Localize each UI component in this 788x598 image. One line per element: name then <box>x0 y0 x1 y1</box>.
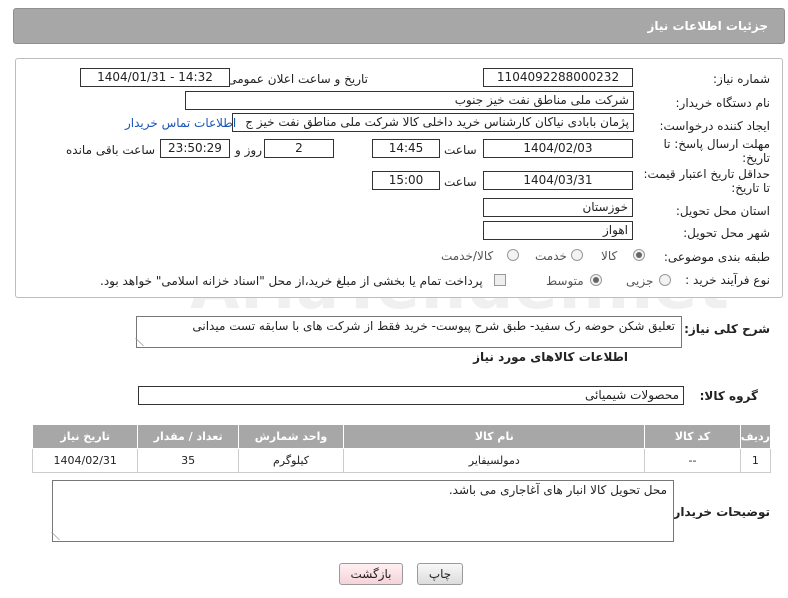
validity-label-2: تا تاریخ: <box>731 181 770 195</box>
page-title: جزئیات اطلاعات نیاز <box>647 19 768 33</box>
description-text: تعلیق شکن حوضه رک سفید- طبق شرح پیوست- خ… <box>192 319 675 333</box>
buyer-notes-textarea: محل تحویل کالا انبار های آغاجاری می باشد… <box>51 480 674 542</box>
resize-handle <box>135 338 151 346</box>
table-row: 1 -- دمولسیفایر کیلوگرم 35 1404/02/31 <box>31 448 772 473</box>
treasury-payment-checkbox[interactable] <box>494 274 506 286</box>
city-field: اهواز <box>483 221 633 240</box>
cell-qty: 35 <box>137 448 239 473</box>
goods-group-field: محصولات شیمیائی <box>138 386 684 405</box>
validity-time-field: 15:00 <box>372 171 440 190</box>
validity-time-label: ساعت <box>444 175 477 189</box>
deadline-time-label: ساعت <box>444 143 477 157</box>
category-goods-label: کالا <box>601 249 618 263</box>
back-button[interactable]: بازگشت <box>339 563 403 585</box>
remaining-label: ساعت باقی مانده <box>66 143 156 157</box>
cell-date: 1404/02/31 <box>31 448 139 473</box>
goods-section-title: اطلاعات کالاهای مورد نیاز <box>473 350 628 364</box>
cell-unit: کیلوگرم <box>237 448 345 473</box>
print-button[interactable]: چاپ <box>417 563 463 585</box>
process-minor-radio[interactable] <box>659 274 671 286</box>
col-date: تاریخ نیاز <box>31 424 139 449</box>
province-field: خوزستان <box>483 198 633 217</box>
creator-label: ایجاد کننده درخواست: <box>659 119 770 133</box>
need-number-label: شماره نیاز: <box>713 72 770 86</box>
deadline-date-field: 1404/02/03 <box>483 139 633 158</box>
goods-table: ردیف کد کالا نام کالا واحد شمارش تعداد /… <box>31 424 772 473</box>
process-label: نوع فرآیند خرید : <box>685 273 770 287</box>
category-goods-service-label: کالا/خدمت <box>441 249 494 263</box>
need-number-field: 1104092288000232 <box>483 68 633 87</box>
goods-table-header: ردیف کد کالا نام کالا واحد شمارش تعداد /… <box>31 424 772 449</box>
province-label: استان محل تحویل: <box>675 204 770 218</box>
creator-field: پژمان بابادی نیاکان کارشناس خرید داخلی ک… <box>232 113 634 132</box>
goods-group-label: گروه کالا: <box>699 389 758 403</box>
cell-name: دمولسیفایر <box>343 448 646 473</box>
announce-label: تاریخ و ساعت اعلان عمومی: <box>223 72 368 86</box>
category-goods-service-radio[interactable] <box>507 249 519 261</box>
cell-code: -- <box>644 448 741 473</box>
deadline-time-field: 14:45 <box>372 139 440 158</box>
category-service-label: خدمت <box>535 249 567 263</box>
announce-field: 1404/01/31 - 14:32 <box>80 68 230 87</box>
col-code: کد کالا <box>644 424 741 449</box>
buyer-org-field: شرکت ملی مناطق نفت خیز جنوب <box>185 91 634 110</box>
col-qty: تعداد / مقدار <box>137 424 239 449</box>
category-label: طبقه بندی موضوعی: <box>663 250 770 264</box>
process-medium-label: متوسط <box>546 274 584 288</box>
validity-label-1: حداقل تاریخ اعتبار قیمت: <box>643 167 770 181</box>
col-row: ردیف <box>739 424 772 449</box>
treasury-payment-note: پرداخت تمام یا بخشی از مبلغ خرید،از محل … <box>100 274 483 288</box>
col-unit: واحد شمارش <box>237 424 345 449</box>
deadline-label-1: مهلت ارسال پاسخ: تا <box>663 137 770 151</box>
cell-row: 1 <box>739 448 772 473</box>
resize-handle <box>51 532 67 540</box>
city-label: شهر محل تحویل: <box>683 226 770 240</box>
buyer-notes-text: محل تحویل کالا انبار های آغاجاری می باشد… <box>448 483 667 497</box>
title-bar: جزئیات اطلاعات نیاز <box>13 8 785 44</box>
col-name: نام کالا <box>343 424 646 449</box>
days-label: روز و <box>235 143 262 157</box>
remaining-time-field: 23:50:29 <box>160 139 230 158</box>
process-minor-label: جزیی <box>626 274 654 288</box>
buyer-notes-label: توضیحات خریدار: <box>668 505 770 519</box>
process-medium-radio[interactable] <box>590 274 602 286</box>
description-label: شرح کلی نیاز: <box>684 322 770 336</box>
validity-date-field: 1404/03/31 <box>483 171 633 190</box>
contact-buyer-link[interactable]: اطلاعات تماس خریدار <box>125 116 236 130</box>
deadline-label-2: تاریخ: <box>742 151 770 165</box>
description-textarea: تعلیق شکن حوضه رک سفید- طبق شرح پیوست- خ… <box>135 316 682 348</box>
buyer-org-label: نام دستگاه خریدار: <box>675 96 771 110</box>
category-service-radio[interactable] <box>571 249 583 261</box>
days-field: 2 <box>264 139 334 158</box>
category-goods-radio[interactable] <box>633 249 645 261</box>
